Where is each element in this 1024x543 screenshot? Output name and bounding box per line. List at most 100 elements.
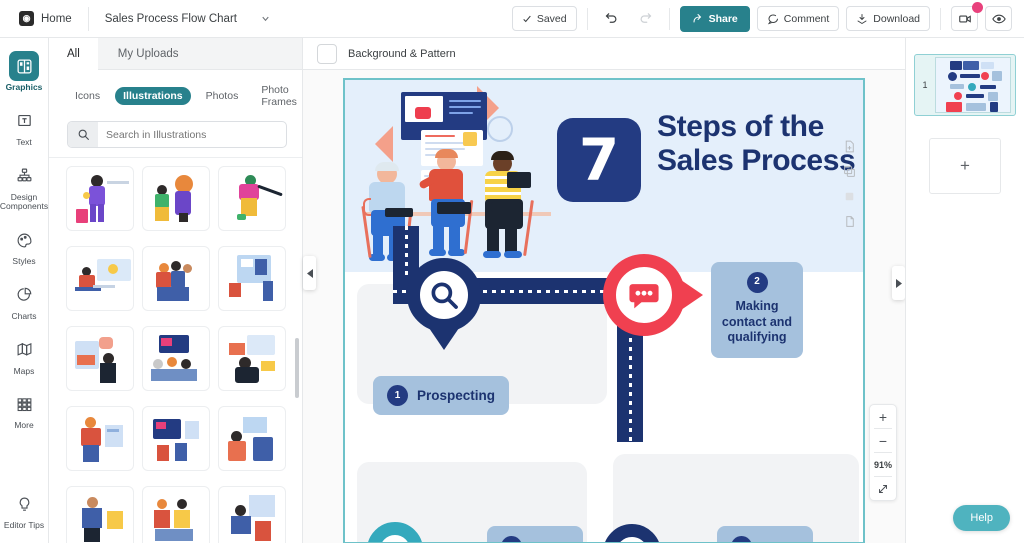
sidebar-item-editor-tips[interactable]: Editor Tips [0,489,49,531]
sidebar-item-graphics[interactable]: Graphics [0,51,49,93]
panel-tabs: All My Uploads [49,38,302,70]
text-icon [9,106,39,136]
collapse-right-panel-button[interactable] [892,266,905,300]
undo-button[interactable] [597,6,625,31]
panel-tabs-filler [198,38,302,70]
step-2-card[interactable]: 2 Making contact and qualifying [711,262,803,358]
zoom-level[interactable]: 91% [869,453,897,476]
zoom-in-button[interactable]: + [869,405,897,428]
asset-type-tabs: Icons Illustrations Photos Photo Frames [49,70,302,118]
fit-screen-icon[interactable] [869,477,897,500]
search-input[interactable] [98,122,286,147]
list-item[interactable] [142,486,210,543]
canvas-toolbar: Background & Pattern [303,38,905,70]
design-flow: 1 Prospecting 2 Making contact and quali… [345,226,863,542]
sidebar-item-label: Text [16,136,32,147]
step-label-text: Prospecting [417,388,496,403]
notification-badge [972,2,983,13]
list-item[interactable] [142,326,210,391]
add-page-icon[interactable] [843,140,857,154]
list-item[interactable] [66,406,134,471]
sidebar-item-label: Styles [12,256,36,267]
document-title[interactable]: Sales Process Flow Chart [105,13,237,25]
page-tool-strip [843,140,857,229]
list-item[interactable] [142,406,210,471]
list-item[interactable] [142,166,210,231]
person-3 [477,151,547,266]
tab-my-uploads[interactable]: My Uploads [97,38,199,70]
step-2-node[interactable] [603,254,685,336]
collapse-left-panel-button[interactable] [303,256,316,290]
subtab-icons[interactable]: Icons [67,87,108,105]
share-button[interactable]: Share [679,5,750,32]
list-item[interactable] [66,486,134,543]
list-item[interactable] [218,246,286,311]
step-1-pointer [429,328,459,350]
list-item[interactable] [66,246,134,311]
list-item[interactable] [218,486,286,543]
home-button[interactable]: ◉ Home [0,11,72,26]
saved-label: Saved [536,12,567,25]
search-bar[interactable] [67,121,287,148]
list-item[interactable] [142,246,210,311]
app-logo-icon: ◉ [19,11,34,26]
list-item[interactable] [66,326,134,391]
saved-status-button[interactable]: Saved [511,6,577,31]
step-1-label[interactable]: 1 Prospecting [373,376,510,415]
subtab-photo-frames[interactable]: Photo Frames [253,81,302,111]
sidebar-item-styles[interactable]: Styles [0,225,49,267]
preview-button[interactable] [985,6,1012,31]
sidebar-item-text[interactable]: Text [0,106,49,148]
search-icon[interactable] [68,122,98,147]
chat-bubble-icon [629,284,659,309]
graphics-icon [9,51,39,81]
background-color-swatch[interactable] [317,43,337,64]
magnifier-icon [431,282,458,309]
decor-triangle [375,126,393,162]
help-button[interactable]: Help [953,505,1010,531]
list-item[interactable] [218,326,286,391]
sidebar-item-label: Editor Tips [3,520,45,531]
comment-button[interactable]: Comment [756,6,840,31]
download-button[interactable]: Download [846,6,930,31]
tab-all[interactable]: All [49,38,98,70]
hero-step-count: 7 [557,118,641,202]
step-number: 2 [746,272,768,293]
step-4-label[interactable] [487,526,583,542]
step-6-label[interactable] [717,526,813,542]
sidebar-item-maps[interactable]: Maps [0,335,49,377]
step-1-node[interactable] [407,258,481,332]
subtab-photos[interactable]: Photos [198,87,247,105]
canvas-stage[interactable]: 7 Steps of the Sales Process 1 Prospecti… [303,70,905,543]
sidebar-item-design-components[interactable]: Design Components [0,161,49,213]
hero-title[interactable]: Steps of the Sales Process [657,110,857,178]
zoom-out-button[interactable]: − [869,429,897,452]
step-number: 1 [387,385,408,406]
list-item[interactable] [218,166,286,231]
check-icon [522,14,532,24]
redo-icon [638,11,653,26]
redo-button[interactable] [631,6,659,31]
add-page-button[interactable]: + [929,138,1001,194]
share-icon [692,13,704,25]
chevron-down-icon[interactable] [259,12,273,26]
sidebar-item-more[interactable]: More [0,389,49,431]
lock-icon[interactable] [843,190,857,204]
panel-scrollbar[interactable] [295,338,299,398]
illustration-grid [49,158,302,543]
sidebar-item-label: More [14,420,34,431]
background-pattern-label[interactable]: Background & Pattern [348,48,456,60]
design-page[interactable]: 7 Steps of the Sales Process 1 Prospecti… [343,78,865,543]
duplicate-icon[interactable] [843,165,857,179]
subtab-illustrations[interactable]: Illustrations [115,87,191,105]
page-thumbnail-1[interactable]: 1 [914,54,1016,116]
lightbulb-icon [9,489,39,519]
comment-icon [767,13,779,25]
copy-icon[interactable] [843,215,857,229]
sidebar-item-charts[interactable]: Charts [0,280,49,322]
comment-label: Comment [783,12,830,25]
list-item[interactable] [218,406,286,471]
list-item[interactable] [66,166,134,231]
action-divider-3 [940,7,941,30]
app-root: ◉ Home Sales Process Flow Chart Saved Sh… [0,0,1024,543]
